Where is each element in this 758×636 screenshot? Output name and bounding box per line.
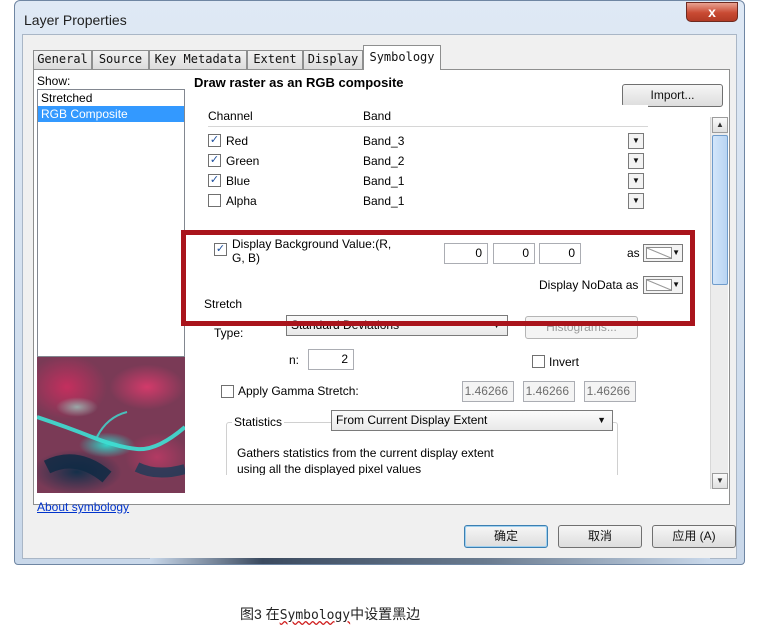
band-value-green[interactable]: Band_2	[363, 154, 404, 168]
statistics-description-line-1: Gathers statistics from the current disp…	[237, 446, 494, 460]
alpha-checkbox[interactable]	[208, 194, 221, 207]
statistics-description-line-2: using all the displayed pixel values	[237, 462, 422, 475]
channel-table: Channel Band ✓ Red Band_3 ▼ ✓ Green Band…	[208, 105, 648, 215]
band-dropdown-red-icon[interactable]: ▼	[628, 133, 644, 149]
tab-extent[interactable]: Extent	[247, 50, 303, 69]
ok-button[interactable]: 确定	[464, 525, 548, 548]
tab-symbology[interactable]: Symbology	[363, 45, 441, 70]
caption-middle: Symbology	[279, 608, 351, 623]
channel-label-alpha: Alpha	[226, 194, 257, 208]
figure-caption: 图3 在Symbology中设置黑边	[240, 604, 420, 624]
band-value-red[interactable]: Band_3	[363, 134, 404, 148]
blue-checkbox[interactable]: ✓	[208, 174, 221, 187]
channel-row-blue: ✓ Blue Band_1 ▼	[208, 171, 648, 191]
statistics-value: From Current Display Extent	[336, 413, 488, 427]
channel-header: Channel	[208, 109, 253, 123]
show-item-stretched[interactable]: Stretched	[38, 90, 184, 106]
chevron-down-icon: ▼	[597, 415, 606, 425]
channel-label-red: Red	[226, 134, 249, 148]
window-title: Layer Properties	[24, 12, 127, 28]
type-label: Type:	[214, 326, 244, 340]
scrollbar-thumb[interactable]	[712, 135, 728, 285]
channel-row-alpha: Alpha Band_1 ▼	[208, 191, 648, 211]
band-dropdown-green-icon[interactable]: ▼	[628, 153, 644, 169]
tab-key-metadata[interactable]: Key Metadata	[149, 50, 247, 69]
tab-display[interactable]: Display	[303, 50, 363, 69]
channel-label-blue: Blue	[226, 174, 251, 188]
band-value-alpha[interactable]: Band_1	[363, 194, 404, 208]
band-value-blue[interactable]: Band_1	[363, 174, 404, 188]
apply-gamma-checkbox[interactable]	[221, 385, 234, 398]
gamma-r-input[interactable]: 1.46266	[462, 381, 514, 402]
about-symbology-link[interactable]: About symbology	[37, 500, 129, 514]
import-button[interactable]: Import...	[622, 84, 723, 107]
panel-vertical-scrollbar[interactable]: ▲ ▼	[710, 117, 728, 489]
invert-checkbox[interactable]	[532, 355, 545, 368]
show-item-rgb-composite[interactable]: RGB Composite	[38, 106, 184, 122]
band-dropdown-blue-icon[interactable]: ▼	[628, 173, 644, 189]
channel-row-green: ✓ Green Band_2 ▼	[208, 151, 648, 171]
tab-general[interactable]: General	[33, 50, 92, 69]
caption-prefix: 图3 在	[240, 606, 280, 622]
title-bar[interactable]: Layer Properties x	[15, 1, 744, 37]
scroll-down-icon[interactable]: ▼	[712, 473, 728, 489]
show-list[interactable]: Stretched RGB Composite	[37, 89, 185, 357]
close-button[interactable]: x	[686, 2, 738, 22]
preview-rivers	[37, 411, 185, 483]
gamma-b-input[interactable]: 1.46266	[584, 381, 636, 402]
scroll-up-icon[interactable]: ▲	[712, 117, 728, 133]
channel-table-header: Channel Band	[208, 105, 648, 127]
tab-source[interactable]: Source	[92, 50, 149, 69]
apply-gamma-label: Apply Gamma Stretch:	[238, 384, 359, 398]
close-icon: x	[708, 4, 716, 20]
green-checkbox[interactable]: ✓	[208, 154, 221, 167]
gamma-g-input[interactable]: 1.46266	[523, 381, 575, 402]
red-highlight-box	[181, 230, 695, 326]
band-header: Band	[363, 109, 392, 123]
n-input[interactable]: 2	[308, 349, 354, 370]
statistics-label: Statistics	[232, 415, 285, 429]
channel-label-green: Green	[226, 154, 260, 168]
band-dropdown-alpha-icon[interactable]: ▼	[628, 193, 644, 209]
red-checkbox[interactable]: ✓	[208, 134, 221, 147]
invert-label: Invert	[549, 355, 580, 369]
panel-heading: Draw raster as an RGB composite	[194, 75, 404, 90]
apply-button[interactable]: 应用 (A)	[652, 525, 736, 548]
caption-suffix: 中设置黑边	[350, 606, 421, 622]
statistics-select[interactable]: From Current Display Extent ▼	[331, 410, 613, 431]
window-shadow-strip	[150, 558, 710, 564]
n-label: n:	[289, 353, 300, 367]
channel-row-red: ✓ Red Band_3 ▼	[208, 131, 648, 151]
show-label: Show:	[37, 74, 71, 88]
cancel-button[interactable]: 取消	[558, 525, 642, 548]
